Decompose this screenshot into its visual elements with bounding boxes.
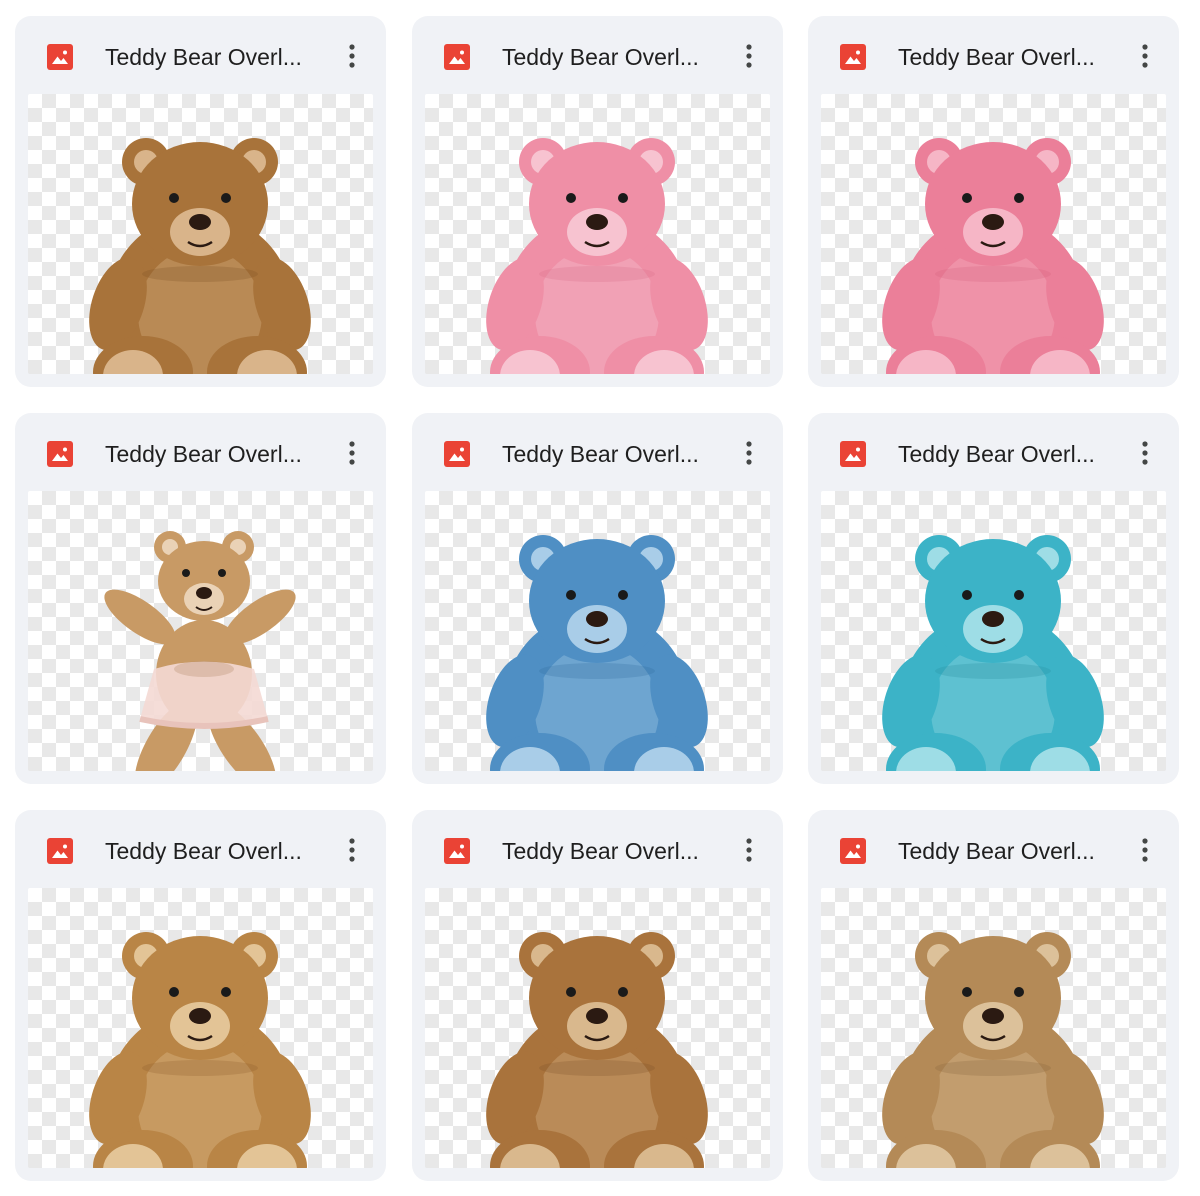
file-card[interactable]: Teddy Bear Overl... <box>808 16 1179 387</box>
more-options-button[interactable] <box>338 832 366 868</box>
file-thumbnail[interactable] <box>821 888 1166 1168</box>
file-thumbnail[interactable] <box>28 491 373 771</box>
file-title: Teddy Bear Overl... <box>898 441 1095 467</box>
file-thumbnail[interactable] <box>821 94 1166 374</box>
file-card[interactable]: Teddy Bear Overl... <box>15 413 386 784</box>
more-options-button[interactable] <box>338 38 366 74</box>
file-card[interactable]: Teddy Bear Overl... <box>808 413 1179 784</box>
file-card[interactable]: Teddy Bear Overl... <box>412 16 783 387</box>
file-card[interactable]: Teddy Bear Overl... <box>412 413 783 784</box>
image-file-icon <box>47 441 73 467</box>
more-options-button[interactable] <box>338 435 366 471</box>
file-thumbnail[interactable] <box>425 94 770 374</box>
file-card-header: Teddy Bear Overl... <box>412 810 783 888</box>
more-options-button[interactable] <box>1131 38 1159 74</box>
image-file-icon <box>444 44 470 70</box>
teddy-bear-image <box>89 138 311 374</box>
image-file-icon <box>840 838 866 864</box>
file-thumbnail[interactable] <box>821 491 1166 771</box>
image-file-icon <box>47 44 73 70</box>
file-card-header: Teddy Bear Overl... <box>15 810 386 888</box>
file-title: Teddy Bear Overl... <box>105 838 302 864</box>
file-title: Teddy Bear Overl... <box>898 44 1095 70</box>
file-title: Teddy Bear Overl... <box>105 44 302 70</box>
file-title: Teddy Bear Overl... <box>105 441 302 467</box>
teddy-bear-image <box>882 138 1104 374</box>
teddy-bear-image <box>486 535 708 771</box>
file-card-header: Teddy Bear Overl... <box>808 810 1179 888</box>
file-title: Teddy Bear Overl... <box>502 44 699 70</box>
more-options-button[interactable] <box>735 832 763 868</box>
teddy-bear-image <box>104 531 296 771</box>
file-card-header: Teddy Bear Overl... <box>15 16 386 94</box>
file-card[interactable]: Teddy Bear Overl... <box>808 810 1179 1181</box>
more-options-button[interactable] <box>735 38 763 74</box>
file-title: Teddy Bear Overl... <box>502 838 699 864</box>
file-card[interactable]: Teddy Bear Overl... <box>15 810 386 1181</box>
more-options-button[interactable] <box>1131 832 1159 868</box>
file-title: Teddy Bear Overl... <box>502 441 699 467</box>
image-file-icon <box>47 838 73 864</box>
file-card-header: Teddy Bear Overl... <box>412 16 783 94</box>
image-file-icon <box>840 44 866 70</box>
file-thumbnail[interactable] <box>28 888 373 1168</box>
file-card[interactable]: Teddy Bear Overl... <box>412 810 783 1181</box>
file-card-header: Teddy Bear Overl... <box>15 413 386 491</box>
file-thumbnail[interactable] <box>28 94 373 374</box>
more-options-button[interactable] <box>1131 435 1159 471</box>
file-card-header: Teddy Bear Overl... <box>412 413 783 491</box>
file-card[interactable]: Teddy Bear Overl... <box>15 16 386 387</box>
file-thumbnail[interactable] <box>425 888 770 1168</box>
file-card-header: Teddy Bear Overl... <box>808 413 1179 491</box>
image-file-icon <box>444 838 470 864</box>
teddy-bear-image <box>89 932 311 1168</box>
teddy-bear-image <box>486 932 708 1168</box>
file-title: Teddy Bear Overl... <box>898 838 1095 864</box>
teddy-bear-image <box>882 535 1104 771</box>
teddy-bear-image <box>882 932 1104 1168</box>
more-options-button[interactable] <box>735 435 763 471</box>
teddy-bear-image <box>486 138 708 374</box>
file-thumbnail[interactable] <box>425 491 770 771</box>
file-card-header: Teddy Bear Overl... <box>808 16 1179 94</box>
image-file-icon <box>840 441 866 467</box>
file-grid: Teddy Bear Overl... Teddy Bear Overl... … <box>0 0 1200 1196</box>
image-file-icon <box>444 441 470 467</box>
